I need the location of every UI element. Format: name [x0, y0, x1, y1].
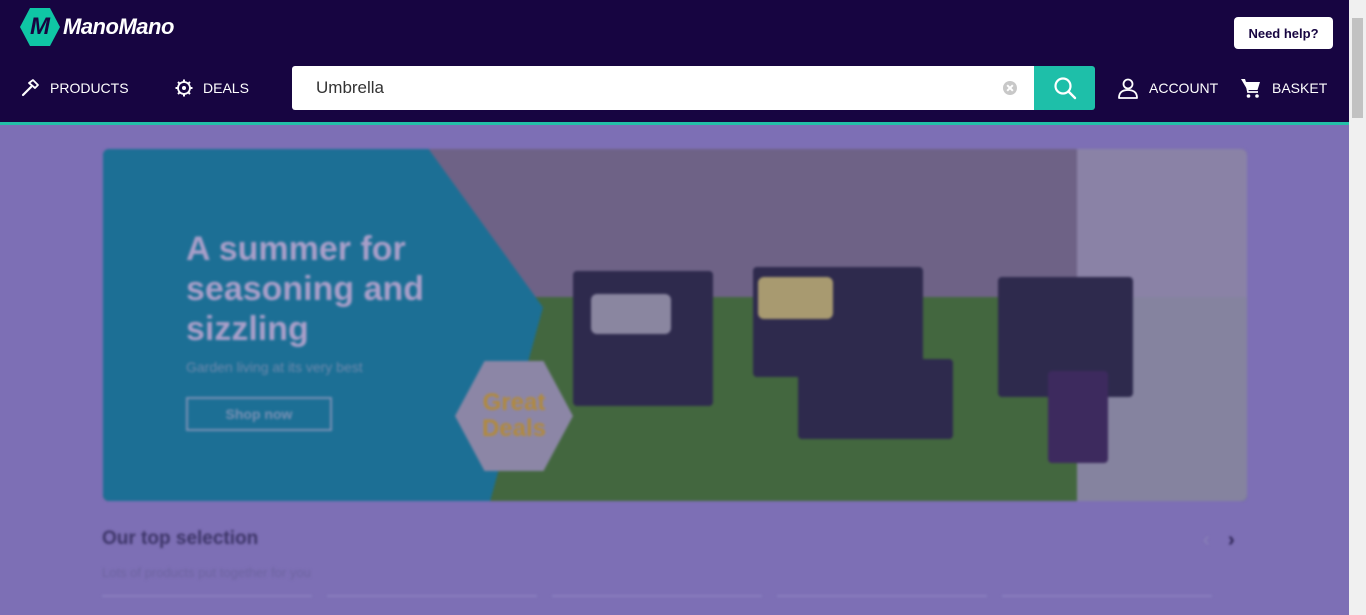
clear-icon[interactable]	[1003, 81, 1017, 95]
banner-subtitle: Garden living at its very best	[186, 359, 363, 375]
nav-basket-label: BASKET	[1272, 80, 1328, 96]
hammer-icon	[21, 79, 39, 97]
need-help-button[interactable]: Need help?	[1234, 17, 1333, 49]
product-card-edge	[777, 595, 987, 597]
deal-badge-line2: Deals	[481, 415, 547, 442]
nav-deals[interactable]: DEALS	[175, 76, 249, 100]
product-card-edge	[327, 595, 537, 597]
logo-badge: M	[20, 8, 60, 46]
deal-badge-line1: Great	[482, 389, 546, 416]
armchair-left	[573, 271, 713, 406]
cart-icon	[1241, 79, 1260, 98]
scrollbar-thumb[interactable]	[1352, 18, 1363, 118]
product-card-edge	[552, 595, 762, 597]
cushion-yellow	[758, 277, 833, 319]
search-input[interactable]	[316, 76, 996, 100]
product-card-edge	[1002, 595, 1212, 597]
page-overlay[interactable]: A summer for seasoning and sizzling Gard…	[0, 125, 1349, 615]
top-header: M ManoMano Need help? PRODUCTS DEALS Umb…	[0, 0, 1349, 122]
cushion-left	[591, 294, 671, 334]
banner-title: A summer for seasoning and sizzling	[186, 230, 425, 348]
top-selection-subtitle: Lots of products put together for you	[102, 565, 311, 580]
nav-products-label: PRODUCTS	[50, 80, 129, 96]
carousel-prev-icon[interactable]: ‹	[1203, 529, 1219, 551]
nav-account[interactable]: ACCOUNT	[1117, 76, 1218, 100]
nav-deals-label: DEALS	[203, 80, 249, 96]
top-selection-title: Our top selection	[102, 528, 259, 549]
product-card-edge	[102, 595, 312, 597]
search-icon	[1053, 77, 1076, 100]
search-button[interactable]	[1034, 66, 1095, 110]
search-box	[292, 66, 1034, 110]
plant-pot	[1048, 371, 1108, 463]
coffee-table	[798, 359, 953, 439]
gear-badge-icon	[175, 79, 193, 97]
blurred-content: A summer for seasoning and sizzling Gard…	[0, 125, 1349, 615]
nav-basket[interactable]: BASKET	[1240, 76, 1327, 100]
user-icon	[1118, 78, 1138, 99]
carousel-next-icon[interactable]: ›	[1228, 529, 1244, 551]
logo-text: ManoMano	[63, 14, 174, 39]
nav-account-label: ACCOUNT	[1149, 80, 1219, 96]
shop-now-button[interactable]: Shop now	[186, 397, 332, 431]
manomano-logo[interactable]: M ManoMano	[20, 8, 174, 46]
hero-banner[interactable]: A summer for seasoning and sizzling Gard…	[103, 149, 1247, 501]
nav-products[interactable]: PRODUCTS	[20, 76, 129, 100]
